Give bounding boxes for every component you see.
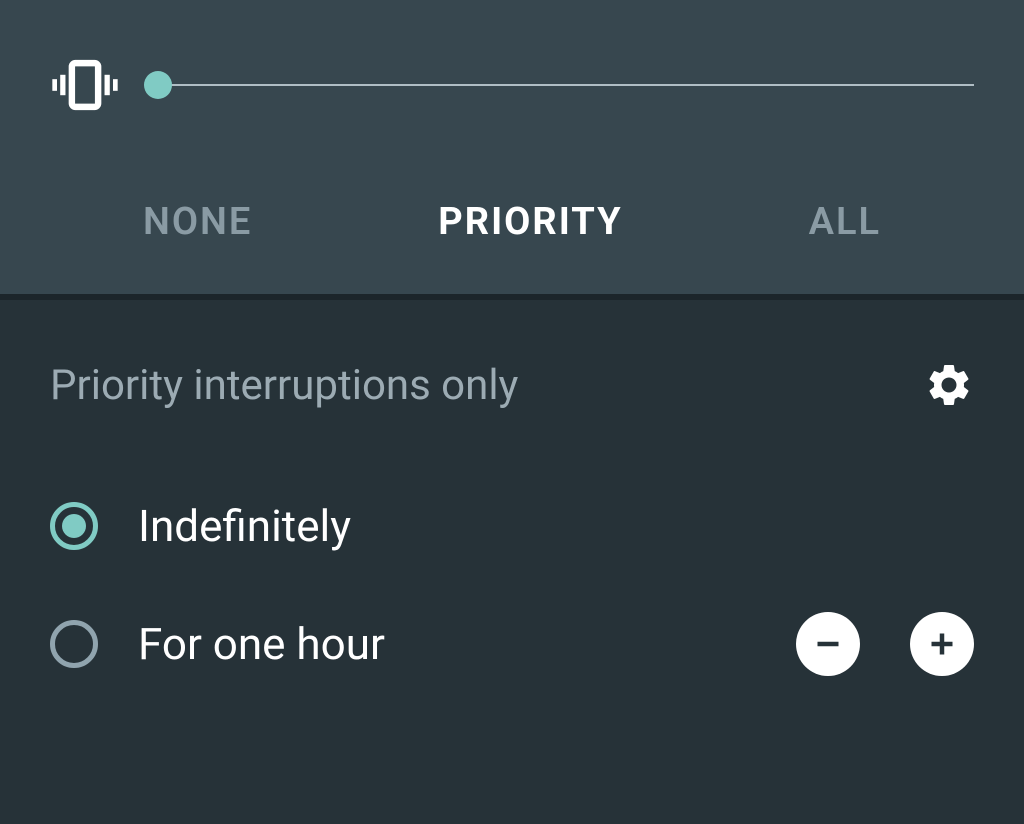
plus-icon bbox=[924, 626, 960, 662]
interruption-tabs: NONE PRIORITY ALL bbox=[0, 160, 1024, 294]
vibrate-icon[interactable] bbox=[50, 50, 120, 120]
volume-panel: NONE PRIORITY ALL bbox=[0, 0, 1024, 294]
radio-duration[interactable] bbox=[50, 620, 98, 668]
option-indefinitely[interactable]: Indefinitely bbox=[50, 500, 974, 612]
increase-button[interactable] bbox=[910, 612, 974, 676]
gear-icon[interactable] bbox=[924, 360, 974, 410]
slider-track-line bbox=[150, 84, 974, 86]
volume-slider[interactable] bbox=[150, 70, 974, 100]
section-title: Priority interruptions only bbox=[50, 361, 518, 410]
slider-thumb[interactable] bbox=[144, 71, 172, 99]
tab-priority[interactable]: PRIORITY bbox=[438, 200, 622, 244]
section-header: Priority interruptions only bbox=[50, 360, 974, 410]
option-label-duration: For one hour bbox=[138, 618, 756, 670]
option-label-indefinitely: Indefinitely bbox=[138, 500, 974, 552]
radio-indefinitely[interactable] bbox=[50, 502, 98, 550]
duration-stepper bbox=[796, 612, 974, 676]
volume-slider-row bbox=[0, 0, 1024, 160]
decrease-button[interactable] bbox=[796, 612, 860, 676]
tab-all[interactable]: ALL bbox=[809, 200, 881, 244]
minus-icon bbox=[810, 626, 846, 662]
tab-none[interactable]: NONE bbox=[143, 200, 252, 244]
priority-settings-content: Priority interruptions only Indefinitely… bbox=[0, 300, 1024, 736]
option-duration[interactable]: For one hour bbox=[50, 612, 974, 736]
